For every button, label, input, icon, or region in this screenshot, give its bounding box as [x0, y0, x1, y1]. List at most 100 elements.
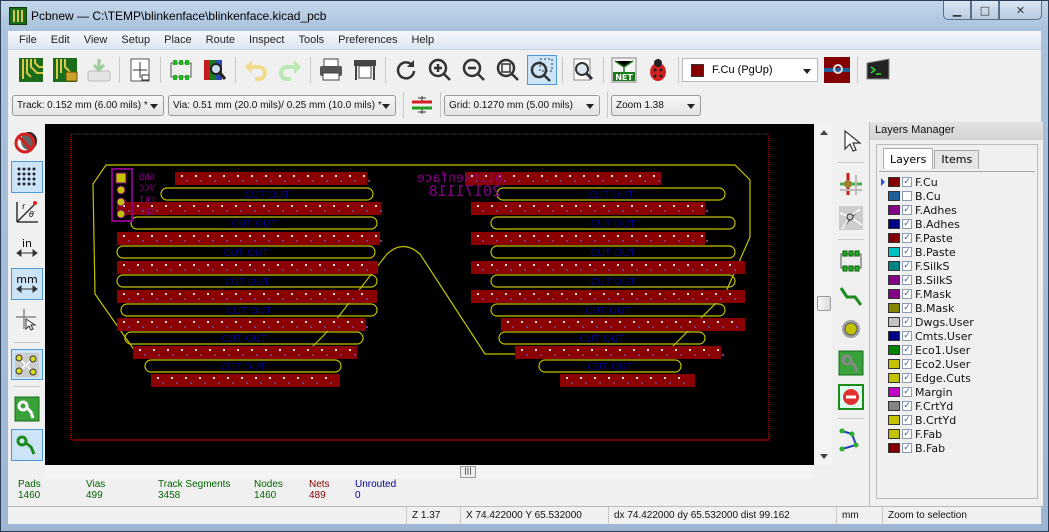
open-board-button[interactable]	[50, 55, 80, 85]
polar-coords-button[interactable]: rθ	[11, 197, 43, 229]
grid-size-select[interactable]: Grid: 0.1270 mm (5.00 mils)	[444, 94, 600, 116]
show-ratsnest-button[interactable]	[11, 348, 43, 381]
layer-visibility-checkbox[interactable]: ✓	[902, 401, 912, 411]
layer-row[interactable]: ✓ B.CrtYd	[879, 413, 1035, 427]
layer-visibility-checkbox[interactable]	[902, 191, 912, 201]
netlist-button[interactable]: NET	[609, 55, 639, 85]
auto-track-width-button[interactable]	[409, 90, 435, 120]
layer-color-swatch[interactable]	[888, 219, 900, 229]
layer-visibility-checkbox[interactable]: ✓	[902, 415, 912, 425]
tab-layers[interactable]: Layers	[883, 148, 934, 169]
layer-row[interactable]: ✓ Dwgs.User	[879, 315, 1035, 329]
drc-button[interactable]	[643, 55, 673, 85]
pcb-canvas[interactable]: CUT OUT CUT OUT CUT OUT CUT OUT CUT OUT CUT O…	[45, 124, 814, 465]
layer-color-swatch[interactable]	[888, 373, 900, 383]
scroll-down-icon[interactable]	[820, 454, 828, 459]
layer-row[interactable]: ✓ Eco2.User	[879, 357, 1035, 371]
layer-color-swatch[interactable]	[888, 401, 900, 411]
layer-visibility-checkbox[interactable]: ✓	[902, 317, 912, 327]
local-ratsnest-button[interactable]	[836, 203, 866, 233]
layer-visibility-checkbox[interactable]: ✓	[902, 205, 912, 215]
close-button[interactable]: ✕	[999, 1, 1042, 20]
layer-row[interactable]: ✓ Margin	[879, 385, 1035, 399]
layer-visibility-checkbox[interactable]: ✓	[902, 303, 912, 313]
horizontal-scroll-thumb[interactable]: |||	[460, 466, 476, 478]
layer-visibility-checkbox[interactable]: ✓	[902, 289, 912, 299]
cursor-shape-button[interactable]	[11, 304, 43, 336]
plot-button[interactable]	[350, 55, 380, 85]
layer-row[interactable]: ✓ F.SilkS	[879, 259, 1035, 273]
layer-row[interactable]: ✓ Eco1.User	[879, 343, 1035, 357]
add-zone-button[interactable]	[836, 348, 866, 378]
menu-place[interactable]: Place	[157, 34, 199, 46]
layer-visibility-checkbox[interactable]: ✓	[902, 233, 912, 243]
redo-button[interactable]	[275, 55, 305, 85]
zoom-in-button[interactable]	[425, 55, 455, 85]
menu-view[interactable]: View	[77, 34, 115, 46]
minimize-button[interactable]: ▁	[943, 1, 971, 20]
layer-row[interactable]: ✓ F.Adhes	[879, 203, 1035, 217]
layer-visibility-checkbox[interactable]: ✓	[902, 345, 912, 355]
menu-edit[interactable]: Edit	[44, 34, 77, 46]
drc-off-button[interactable]	[11, 125, 43, 157]
layer-row[interactable]: ✓ Cmts.User	[879, 329, 1035, 343]
add-footprint-button[interactable]	[836, 246, 866, 276]
scripting-console-button[interactable]	[863, 55, 893, 85]
layer-color-swatch[interactable]	[888, 205, 900, 215]
maximize-button[interactable]: □	[971, 1, 999, 20]
vertical-scroll-thumb[interactable]	[817, 296, 831, 311]
layer-visibility-checkbox[interactable]: ✓	[902, 331, 912, 341]
menu-file[interactable]: File	[12, 34, 44, 46]
page-settings-button[interactable]	[125, 55, 155, 85]
menu-inspect[interactable]: Inspect	[242, 34, 291, 46]
add-graphic-line-button[interactable]	[836, 425, 866, 455]
undo-button[interactable]	[241, 55, 271, 85]
layer-row[interactable]: ✓ B.Paste	[879, 245, 1035, 259]
layer-row[interactable]: ✓ B.Adhes	[879, 217, 1035, 231]
zoom-out-button[interactable]	[459, 55, 489, 85]
layer-row[interactable]: ✓ F.Paste	[879, 231, 1035, 245]
layer-row[interactable]: ✓ Edge.Cuts	[879, 371, 1035, 385]
layer-color-swatch[interactable]	[888, 345, 900, 355]
via-size-select[interactable]: Via: 0.51 mm (20.0 mils)/ 0.25 mm (10.0 …	[168, 94, 396, 116]
layer-row[interactable]: B.Cu	[879, 189, 1035, 203]
layer-visibility-checkbox[interactable]: ✓	[902, 443, 912, 453]
layer-visibility-checkbox[interactable]: ✓	[902, 261, 912, 271]
add-keepout-button[interactable]	[836, 382, 866, 412]
layer-color-swatch[interactable]	[888, 275, 900, 285]
menu-route[interactable]: Route	[199, 34, 242, 46]
layer-row[interactable]: ✓ F.Mask	[879, 287, 1035, 301]
layer-color-swatch[interactable]	[888, 233, 900, 243]
menu-help[interactable]: Help	[404, 34, 441, 46]
scroll-up-icon[interactable]	[820, 130, 828, 135]
save-board-button[interactable]	[84, 55, 114, 85]
layer-visibility-checkbox[interactable]: ✓	[902, 247, 912, 257]
layer-color-swatch[interactable]	[888, 387, 900, 397]
layer-row[interactable]: ✓ F.CrtYd	[879, 399, 1035, 413]
layer-color-swatch[interactable]	[888, 443, 900, 453]
layer-visibility-checkbox[interactable]: ✓	[902, 387, 912, 397]
show-grid-button[interactable]	[11, 160, 43, 193]
layer-row[interactable]: ✓ B.SilkS	[879, 273, 1035, 287]
layer-color-swatch[interactable]	[888, 247, 900, 257]
mm-units-button[interactable]: mm	[11, 268, 43, 300]
redraw-button[interactable]	[391, 55, 421, 85]
highlight-net-button[interactable]	[836, 169, 866, 199]
auto-delete-track-button[interactable]	[11, 429, 43, 461]
horizontal-scrollbar[interactable]: |||	[45, 465, 814, 479]
layer-color-swatch[interactable]	[888, 429, 900, 439]
add-via-button[interactable]	[836, 314, 866, 344]
layer-color-swatch[interactable]	[888, 317, 900, 327]
layer-visibility-checkbox[interactable]: ✓	[902, 429, 912, 439]
layer-color-swatch[interactable]	[888, 289, 900, 299]
layer-color-swatch[interactable]	[888, 177, 900, 187]
inch-units-button[interactable]: in	[11, 232, 43, 264]
layer-color-swatch[interactable]	[888, 191, 900, 201]
select-tool-button[interactable]	[836, 126, 866, 156]
layer-visibility-checkbox[interactable]: ✓	[902, 275, 912, 285]
module-ratsnest-button[interactable]	[11, 393, 43, 425]
menu-preferences[interactable]: Preferences	[331, 34, 404, 46]
layer-visibility-checkbox[interactable]: ✓	[902, 177, 912, 187]
layer-pair-button[interactable]	[822, 55, 852, 85]
zoom-fit-button[interactable]	[493, 55, 523, 85]
